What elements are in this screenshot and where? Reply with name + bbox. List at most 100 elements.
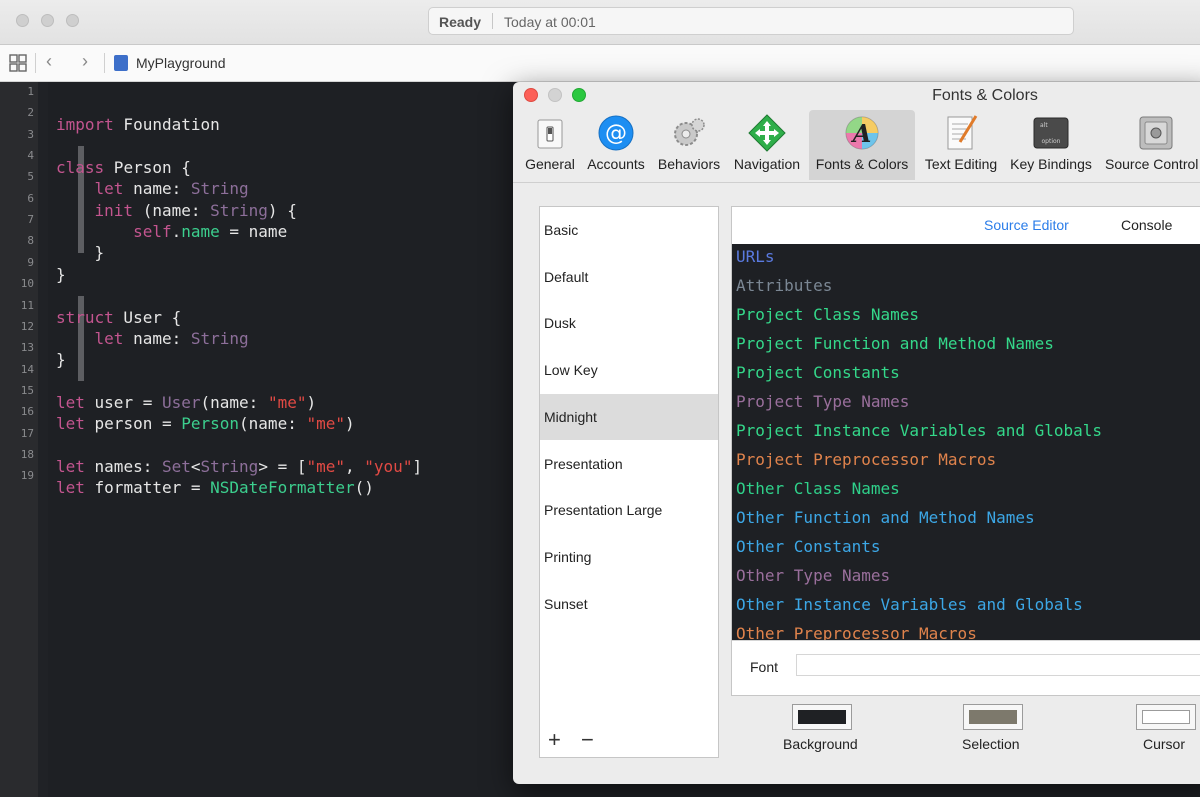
theme-item[interactable]: Default	[540, 254, 718, 300]
code-token: "you"	[364, 456, 413, 476]
tab-source-control[interactable]: Source Control	[1103, 110, 1200, 180]
code-line[interactable]: let formatter = NSDateFormatter()	[56, 477, 374, 498]
code-line[interactable]: self.name = name	[56, 221, 287, 242]
code-line[interactable]: let name: String	[56, 328, 249, 349]
syntax-item[interactable]: Other Instance Variables and Globals	[736, 590, 1083, 619]
theme-item[interactable]: Low Key	[540, 347, 718, 393]
line-number: 4	[27, 149, 34, 163]
code-token: Person	[181, 414, 240, 434]
code-line[interactable]: }	[56, 349, 66, 370]
code-token: import	[56, 115, 114, 135]
syntax-item[interactable]: Project Instance Variables and Globals	[736, 416, 1102, 445]
code-token: }	[56, 264, 66, 284]
syntax-item[interactable]: Other Class Names	[736, 474, 900, 503]
tab-key-bindings[interactable]: alt option Key Bindings	[1007, 110, 1095, 180]
syntax-item[interactable]: Project Type Names	[736, 387, 909, 416]
syntax-item[interactable]: Project Constants	[736, 358, 900, 387]
remove-theme-button[interactable]: −	[581, 727, 594, 752]
theme-item[interactable]: Midnight	[540, 393, 718, 440]
status-state: Ready	[439, 14, 482, 30]
code-token: (name:	[200, 392, 268, 412]
cursor-color-well[interactable]	[1136, 704, 1196, 730]
code-token: > = [	[258, 456, 307, 476]
code-line[interactable]: }	[56, 242, 105, 263]
code-token: let	[94, 328, 124, 348]
code-line[interactable]: let name: String	[56, 178, 249, 199]
syntax-item[interactable]: Project Class Names	[736, 300, 919, 329]
forward-chevron-icon[interactable]: ›	[82, 51, 88, 72]
tab-source-editor[interactable]: Source Editor	[984, 217, 1069, 233]
theme-item[interactable]: Printing	[540, 534, 718, 580]
font-row: Font	[732, 640, 1200, 697]
code-token: (name:	[133, 200, 211, 220]
theme-item[interactable]: Presentation	[540, 441, 718, 487]
tab-label: Navigation	[733, 156, 801, 172]
code-line[interactable]: }	[56, 264, 66, 285]
minimize-window-button[interactable]	[41, 14, 54, 27]
line-number: 19	[20, 469, 34, 483]
tab-behaviors[interactable]: Behaviors	[654, 110, 724, 180]
key-top-text: alt	[1040, 122, 1048, 129]
theme-item[interactable]: Presentation Large	[540, 487, 718, 533]
syntax-item[interactable]: Other Function and Method Names	[736, 503, 1035, 532]
tab-navigation[interactable]: Navigation	[729, 110, 805, 180]
cursor-label: Cursor	[1143, 736, 1186, 752]
syntax-item[interactable]: Other Constants	[736, 532, 881, 561]
code-line[interactable]: init (name: String) {	[56, 200, 297, 221]
selection-color-well[interactable]	[963, 704, 1023, 730]
add-theme-button[interactable]: +	[548, 727, 561, 752]
code-token: ]	[412, 456, 423, 476]
line-number: 17	[20, 426, 34, 440]
tab-label: Source Control	[1105, 156, 1199, 172]
zoom-window-button[interactable]	[66, 14, 79, 27]
code-line[interactable]: import Foundation	[56, 114, 220, 135]
line-number: 15	[20, 383, 34, 397]
tab-label: General	[525, 156, 575, 172]
code-token: ,	[345, 456, 365, 476]
code-token: let	[94, 179, 124, 199]
code-token: struct	[56, 307, 114, 327]
syntax-item[interactable]: Project Function and Method Names	[736, 329, 1054, 358]
syntax-item[interactable]: Other Type Names	[736, 561, 890, 590]
related-items-grid-icon[interactable]	[9, 54, 27, 72]
line-number: 9	[27, 255, 34, 269]
svg-text:@: @	[605, 121, 627, 146]
cursor-swatch-fill	[1142, 710, 1190, 724]
background-color-well[interactable]	[792, 704, 852, 730]
tab-accounts[interactable]: @ Accounts	[583, 110, 649, 180]
code-token: .	[171, 222, 182, 242]
code-token: ) {	[267, 200, 297, 220]
code-token: )	[345, 414, 355, 434]
close-window-button[interactable]	[16, 14, 29, 27]
syntax-item[interactable]: Other Preprocessor Macros	[736, 619, 977, 640]
back-chevron-icon[interactable]: ‹	[46, 51, 52, 72]
breadcrumb[interactable]: MyPlayground	[136, 55, 226, 71]
code-line[interactable]: let names: Set<String> = ["me", "you"]	[56, 456, 422, 477]
gears-icon	[674, 118, 705, 146]
code-line[interactable]: class Person {	[56, 157, 191, 178]
code-token: = name	[219, 222, 288, 242]
code-line[interactable]: struct User {	[56, 307, 181, 328]
tab-fonts-and-colors[interactable]: A Fonts & Colors	[809, 110, 915, 180]
code-line[interactable]: let user = User(name: "me")	[56, 392, 316, 413]
code-token: Foundation	[113, 115, 220, 135]
code-line[interactable]: let person = Person(name: "me")	[56, 413, 355, 434]
option-key-icon: alt option	[1033, 117, 1069, 149]
syntax-item[interactable]: Project Preprocessor Macros	[736, 445, 996, 474]
syntax-item[interactable]: URLs	[736, 244, 775, 271]
tab-console[interactable]: Console	[1121, 217, 1172, 233]
code-token: String	[200, 456, 259, 476]
font-field[interactable]	[796, 654, 1200, 676]
tab-text-editing[interactable]: Text Editing	[919, 110, 1003, 180]
syntax-item[interactable]: Attributes	[736, 271, 832, 300]
code-token: Set	[161, 456, 191, 476]
tab-general[interactable]: General	[521, 110, 579, 180]
theme-item[interactable]: Dusk	[540, 300, 718, 346]
theme-item[interactable]: Sunset	[540, 581, 718, 627]
code-token: formatter =	[84, 478, 211, 498]
vault-icon	[1139, 116, 1173, 150]
theme-item[interactable]: Basic	[540, 207, 718, 253]
code-token: let	[56, 478, 85, 498]
